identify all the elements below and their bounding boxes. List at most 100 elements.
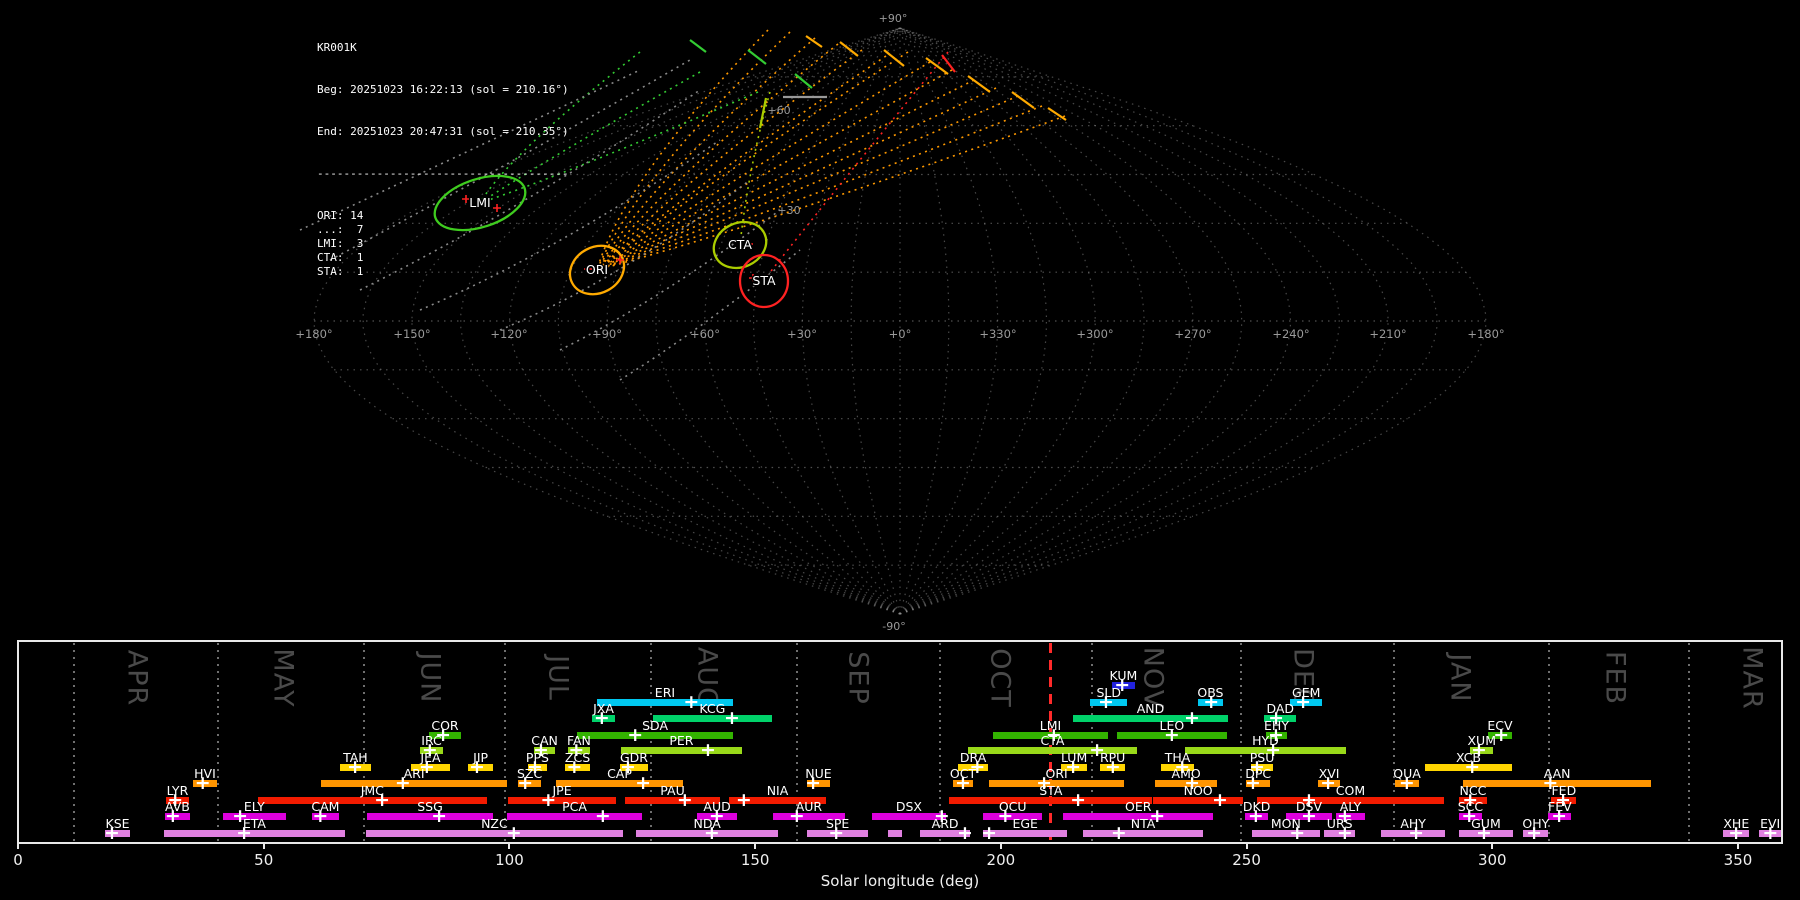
shower-bar-XCB: XCB +	[1425, 751, 1512, 776]
month-label-MAR: MAR	[1736, 646, 1768, 710]
peak-marker-KSE: +	[103, 821, 120, 844]
peak-marker-OCT: +	[955, 771, 971, 794]
shower-label-CTA: CTA	[1040, 733, 1065, 748]
x-tick-350	[1737, 843, 1739, 849]
shower-bar-NZC: NZC +	[365, 817, 623, 842]
shower-bar-ARI: ARI +	[321, 767, 507, 792]
shower-label-CAP: CAP	[607, 766, 632, 781]
shower-bar-NTA: NTA +	[1082, 817, 1204, 842]
shower-bar-ZCS: ZCS +	[565, 751, 590, 776]
x-tick-label-250: 250	[1232, 851, 1261, 869]
shower-label-EGE: EGE	[1012, 816, 1038, 831]
shower-bar-DKD: DKD +	[1243, 800, 1270, 825]
month-label-FEB: FEB	[1599, 650, 1631, 706]
peak-marker-DPC: +	[1245, 771, 1261, 794]
shower-bar-OBS: OBS +	[1197, 686, 1223, 711]
x-tick-50	[262, 843, 265, 849]
shower-bar-SSG: SSG +	[366, 800, 494, 825]
month-gridline-DEC	[1240, 643, 1243, 841]
shower-bar-AND: AND +	[1073, 702, 1228, 727]
shower-bar-STA: STA +	[949, 784, 1153, 809]
peak-marker-NIA: +	[735, 788, 752, 811]
peak-marker-NDA: +	[703, 821, 720, 844]
peak-marker-TAH: +	[347, 755, 364, 778]
peak-marker-KCG: +	[724, 706, 740, 729]
shower-bar-JXA: JXA +	[592, 702, 616, 727]
x-tick-150	[754, 843, 757, 849]
peak-marker-HVI: +	[194, 771, 211, 794]
peak-marker-URS: +	[1336, 821, 1353, 844]
peak-marker-AUR: +	[788, 804, 805, 827]
month-label-OCT: OCT	[984, 648, 1016, 708]
shower-bar-FEV: FEV +	[1548, 800, 1572, 825]
peak-marker-AHY: +	[1408, 821, 1425, 844]
shower-bar-AVB: AVB +	[165, 800, 190, 825]
shower-bar-PCA: PCA +	[507, 800, 643, 825]
month-gridline-MAR	[1687, 643, 1690, 841]
x-tick-0	[17, 843, 19, 849]
month-gridline-AUG	[649, 643, 652, 841]
peak-marker-JPE: +	[540, 788, 557, 811]
month-label-NOV: NOV	[1137, 646, 1169, 710]
month-label-APR: APR	[121, 649, 153, 707]
shower-label-AND: AND	[1136, 701, 1165, 716]
peak-marker-SLD: +	[1098, 690, 1114, 713]
shower-bar-EVI: EVI +	[1759, 817, 1782, 842]
shower-bar-HVI: HVI +	[192, 767, 217, 792]
shower-label-STA: STA	[1039, 783, 1063, 798]
peak-marker-PER: +	[700, 738, 716, 761]
shower-bar-AHY: AHY +	[1381, 817, 1446, 842]
peak-marker-OHY: +	[1526, 821, 1543, 844]
peak-marker-JXA: +	[593, 706, 610, 729]
peak-marker-JIP: +	[468, 755, 485, 778]
peak-marker-GUM: +	[1476, 821, 1492, 844]
month-gridline-JUN	[362, 643, 365, 841]
shower-label-DSX: DSX	[895, 799, 922, 814]
peak-marker-ARI: +	[394, 771, 411, 794]
shower-bar-RPU: RPU +	[1100, 751, 1125, 776]
peak-marker-AVB: +	[164, 804, 181, 827]
peak-marker-CAM: +	[312, 804, 329, 827]
month-label-JAN: JAN	[1444, 653, 1476, 703]
shower-bar-SZC: SZC +	[517, 767, 542, 792]
peak-marker-XHE: +	[1728, 821, 1745, 844]
month-gridline-APR	[72, 643, 75, 841]
peak-marker-NZC: +	[505, 821, 522, 844]
peak-marker-ARD: +	[957, 821, 973, 844]
peak-marker-PAU: +	[676, 788, 693, 811]
peak-marker-OBS: +	[1203, 690, 1220, 713]
shower-bar-XHE: XHE +	[1723, 817, 1750, 842]
x-tick-label-300: 300	[1477, 851, 1507, 869]
shower-bar-URS: URS +	[1324, 817, 1356, 842]
peak-marker-SDA: +	[627, 723, 644, 746]
peak-marker-EGE: +	[981, 821, 998, 844]
shower-label-ERI: ERI	[654, 685, 676, 700]
shower-label-NOO: NOO	[1183, 783, 1213, 798]
shower-bar-ARD: ARD +	[920, 817, 973, 842]
shower-bar-MON: MON +	[1252, 817, 1320, 842]
shower-label-KCG: KCG	[699, 701, 726, 716]
shower-bar	[887, 830, 903, 837]
shower-label-NTA: NTA	[1130, 816, 1156, 831]
month-label-MAY: MAY	[267, 648, 299, 708]
peak-marker-PCA: +	[594, 804, 611, 827]
shower-bar-SLD: SLD +	[1090, 686, 1128, 711]
shower-bar-LEO: LEO +	[1116, 719, 1227, 744]
peak-marker-NTA: +	[1110, 821, 1127, 844]
peak-marker-LEO: +	[1163, 723, 1180, 746]
month-label-JUN: JUN	[414, 652, 446, 704]
x-tick-label-350: 350	[1723, 851, 1753, 869]
x-tick-label-200: 200	[986, 851, 1016, 869]
x-tick-label-100: 100	[495, 851, 524, 869]
peak-marker-SZC: +	[517, 771, 534, 794]
shower-bar-NOO: NOO +	[1153, 784, 1244, 809]
shower-bar-DPC: DPC +	[1245, 767, 1271, 792]
shower-bar-ETA: ETA +	[164, 817, 345, 842]
month-label-SEP: SEP	[842, 651, 874, 705]
peak-marker-GEM: +	[1295, 690, 1312, 713]
x-tick-200	[999, 843, 1002, 849]
month-gridline-MAY	[216, 643, 219, 841]
peak-marker-ZCS: +	[566, 755, 583, 778]
shower-label-COM: COM	[1335, 783, 1366, 798]
shower-bar-KCG: KCG +	[652, 702, 772, 727]
